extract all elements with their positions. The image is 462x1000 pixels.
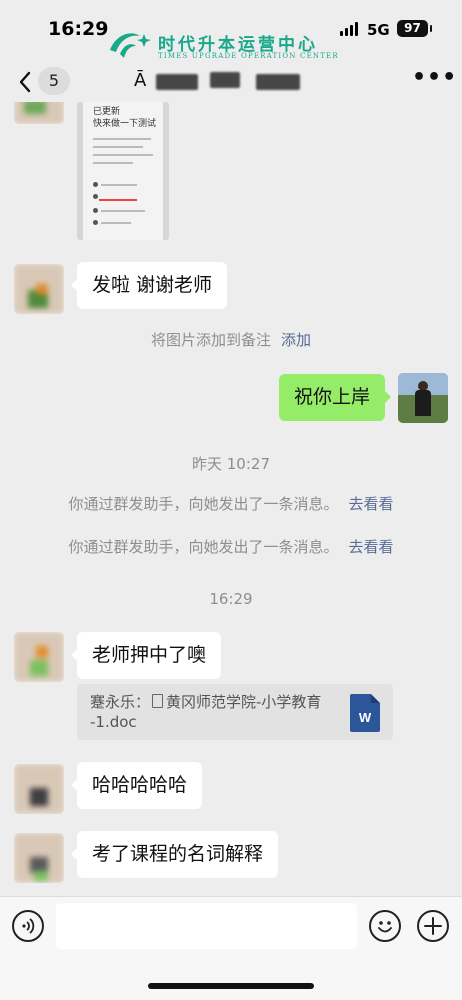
system-notice-text: 你通过群发助手，向她发出了一条消息。 — [68, 495, 339, 513]
battery-level: 97 — [404, 21, 421, 35]
image-text-line: 快来做一下测试 — [93, 119, 157, 129]
file-message[interactable]: 蹇永乐： 黄冈师范学院-小学教育 -1.doc W — [77, 684, 393, 740]
message-bubble[interactable]: 考了课程的名词解释 — [70, 831, 279, 878]
image-message[interactable]: 已更新 快来做一下测试 — [77, 102, 169, 240]
timestamp: 昨天 10:27 — [192, 455, 270, 473]
redacted-name — [156, 74, 198, 90]
network-label: 5G — [367, 21, 390, 39]
back-button[interactable]: 5 — [12, 65, 72, 97]
word-doc-letter: W — [358, 710, 372, 725]
chevron-left-icon — [19, 71, 31, 93]
chat-header: 5 Ā ••• — [0, 62, 462, 102]
system-notice-text: 你通过群发助手，向她发出了一条消息。 — [68, 538, 339, 556]
more-dots-icon[interactable]: ••• — [412, 67, 456, 94]
message-bubble-self[interactable]: 祝你上岸 — [278, 374, 392, 421]
message-bubble[interactable]: 哈哈哈哈哈 — [70, 762, 203, 809]
image-thumbnail: 已更新 快来做一下测试 — [83, 102, 163, 240]
view-broadcast-link[interactable]: 去看看 — [349, 538, 394, 556]
system-notice: 你通过群发助手，向她发出了一条消息。 去看看 — [0, 536, 462, 557]
contact-avatar[interactable] — [14, 264, 64, 314]
watermark-subtitle: TIMES UPGRADE OPERATION CENTER — [158, 52, 339, 60]
contact-avatar[interactable] — [14, 632, 64, 682]
view-broadcast-link[interactable]: 去看看 — [349, 495, 394, 513]
chat-title: Ā — [134, 70, 147, 91]
timestamp: 16:29 — [209, 590, 253, 608]
system-notice-text: 将图片添加到备注 — [150, 331, 271, 349]
unread-count-badge: 5 — [38, 67, 70, 95]
input-bar — [0, 896, 462, 1000]
file-message-text: 蹇永乐： 黄冈师范学院-小学教育 -1.doc — [90, 692, 340, 732]
voice-icon[interactable] — [12, 910, 44, 942]
emoji-icon[interactable] — [369, 910, 401, 942]
status-time: 16:29 — [48, 18, 109, 40]
redacted-name — [256, 74, 300, 90]
contact-avatar[interactable] — [14, 833, 64, 883]
file-name: 黄冈师范学院-小学教育 — [166, 693, 322, 711]
message-bubble[interactable]: 发啦 谢谢老师 — [70, 262, 228, 309]
watermark: 时代升本运营中心 TIMES UPGRADE OPERATION CENTER — [106, 28, 346, 64]
message-bubble[interactable]: 老师押中了噢 — [70, 632, 222, 679]
system-notice: 你通过群发助手，向她发出了一条消息。 去看看 — [0, 493, 462, 514]
word-doc-icon: W — [350, 694, 380, 732]
plus-icon[interactable] — [417, 910, 449, 942]
system-notice: 将图片添加到备注 添加 — [0, 329, 462, 350]
file-sender: 蹇永乐： — [90, 693, 151, 711]
watermark-logo-icon — [110, 33, 151, 58]
document-icon — [152, 694, 164, 708]
self-avatar[interactable] — [398, 373, 448, 423]
add-to-remark-link[interactable]: 添加 — [281, 331, 311, 349]
home-indicator[interactable] — [148, 983, 314, 989]
contact-avatar[interactable] — [14, 102, 64, 124]
contact-avatar[interactable] — [14, 764, 64, 814]
redacted-name — [210, 72, 240, 88]
battery-icon: 97 — [397, 20, 432, 37]
chat-scroll-area[interactable]: 已更新 快来做一下测试 发啦 谢谢老师 将图片添加到备注 添加 祝你上岸 昨天 … — [0, 102, 462, 896]
message-input[interactable] — [56, 903, 357, 949]
file-name-cont: -1.doc — [90, 713, 137, 731]
